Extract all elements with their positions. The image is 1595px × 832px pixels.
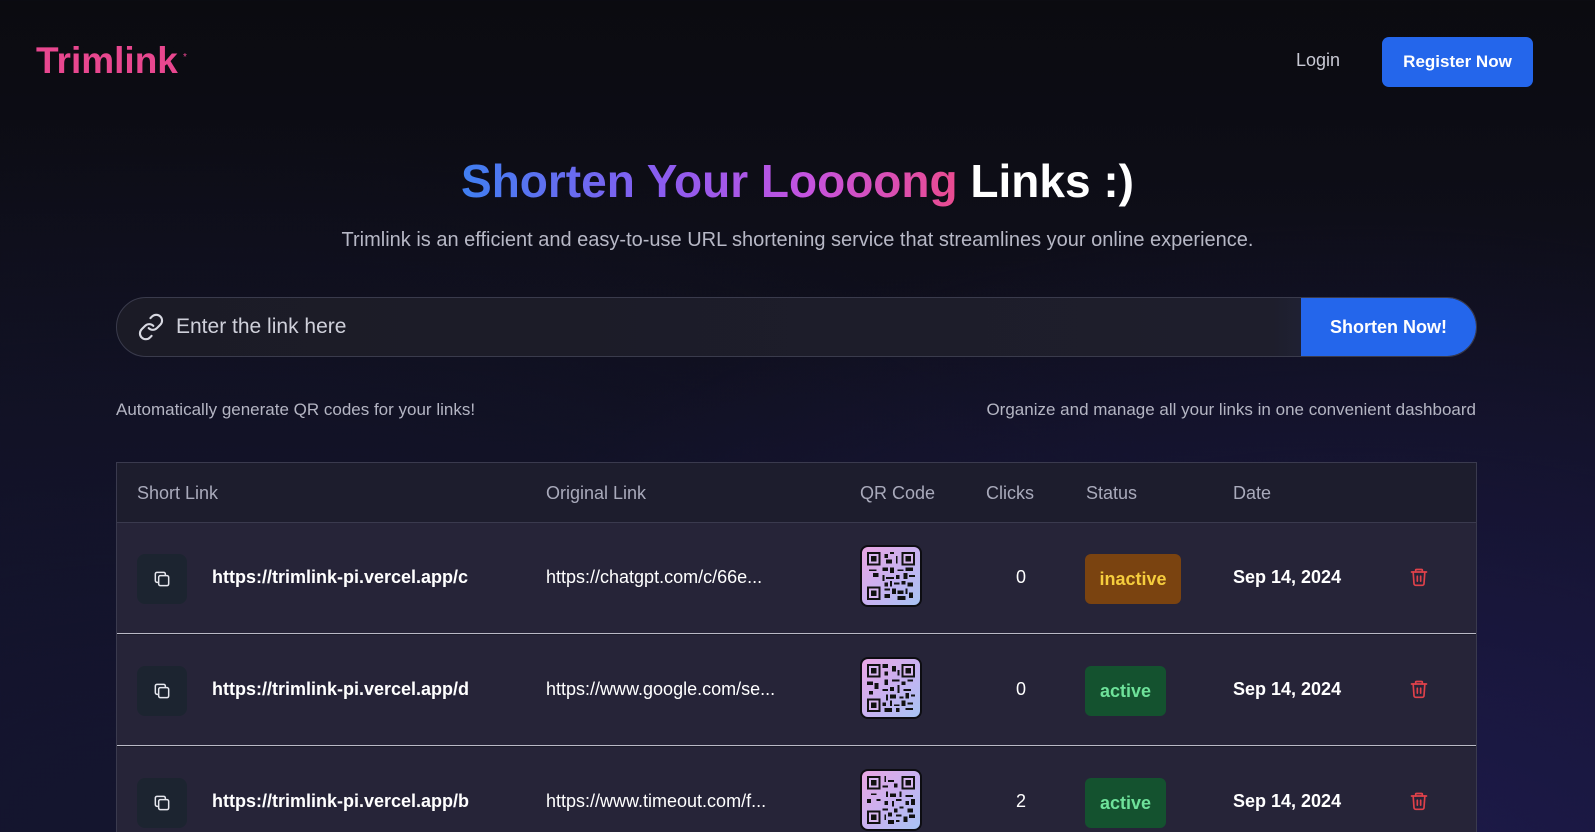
delete-button[interactable] [1409, 566, 1429, 588]
status-badge[interactable]: active [1085, 778, 1166, 828]
status-badge[interactable]: inactive [1085, 554, 1181, 604]
feature-dashboard-text: Organize and manage all your links in on… [986, 400, 1476, 419]
trash-icon [1410, 568, 1428, 587]
qr-code-icon [867, 552, 915, 600]
brand-logo[interactable]: Trimlink [36, 40, 178, 82]
copy-button[interactable] [137, 554, 187, 604]
short-link[interactable]: https://trimlink-pi.vercel.app/c [212, 567, 468, 588]
original-link[interactable]: https://www.timeout.com/f... [546, 791, 766, 812]
column-header-short-link: Short Link [137, 483, 219, 503]
created-date: Sep 14, 2024 [1233, 791, 1342, 811]
original-link[interactable]: https://www.google.com/se... [546, 679, 775, 700]
qr-code-icon [867, 664, 915, 712]
short-link[interactable]: https://trimlink-pi.vercel.app/d [212, 679, 469, 700]
click-count: 0 [1015, 679, 1026, 699]
copy-button[interactable] [137, 778, 187, 828]
column-header-date: Date [1233, 483, 1272, 503]
hero-title: Shorten Your Loooong Links :) [0, 154, 1595, 208]
table-row: https://trimlink-pi.vercel.app/c https:/… [117, 523, 1476, 634]
created-date: Sep 14, 2024 [1233, 679, 1342, 699]
top-navigation: Trimlink * Login Register Now [0, 0, 1595, 124]
links-table: Short Link Original Link QR Code Clicks … [116, 462, 1477, 832]
hero-title-gradient: Shorten Your Loooong [461, 155, 958, 207]
qr-code-image[interactable] [860, 545, 922, 607]
register-button[interactable]: Register Now [1382, 37, 1533, 87]
column-header-qr-code: QR Code [860, 483, 936, 503]
copy-icon [154, 571, 170, 587]
table-header: Short Link Original Link QR Code Clicks … [117, 463, 1476, 523]
short-link[interactable]: https://trimlink-pi.vercel.app/b [212, 791, 469, 812]
original-link[interactable]: https://chatgpt.com/c/66e... [546, 567, 762, 588]
table-row: https://trimlink-pi.vercel.app/d https:/… [117, 635, 1476, 746]
hero-subtitle: Trimlink is an efficient and easy-to-use… [341, 229, 1254, 251]
trash-icon [1410, 792, 1428, 811]
link-icon [137, 313, 165, 341]
qr-code-image[interactable] [860, 657, 922, 719]
column-header-original-link: Original Link [546, 483, 647, 503]
column-header-status: Status [1086, 483, 1138, 503]
link-input[interactable] [176, 298, 1256, 356]
click-count: 2 [1015, 791, 1026, 811]
qr-code-icon [867, 776, 915, 824]
copy-icon [154, 683, 170, 699]
delete-button[interactable] [1409, 678, 1429, 700]
shorten-form: Shorten Now! [116, 297, 1477, 357]
status-badge[interactable]: active [1085, 666, 1166, 716]
copy-icon [154, 795, 170, 811]
brand-logo-mark: * [183, 52, 187, 63]
delete-button[interactable] [1409, 790, 1429, 812]
hero-title-plain: Links :) [970, 155, 1134, 207]
created-date: Sep 14, 2024 [1233, 567, 1342, 587]
copy-button[interactable] [137, 666, 187, 716]
column-header-clicks: Clicks [986, 483, 1034, 503]
login-link[interactable]: Login [1296, 50, 1340, 71]
trash-icon [1410, 680, 1428, 699]
table-row: https://trimlink-pi.vercel.app/b https:/… [117, 747, 1476, 832]
qr-code-image[interactable] [860, 769, 922, 831]
shorten-button[interactable]: Shorten Now! [1301, 298, 1476, 356]
feature-qr-text: Automatically generate QR codes for your… [116, 400, 476, 419]
click-count: 0 [1015, 567, 1026, 587]
